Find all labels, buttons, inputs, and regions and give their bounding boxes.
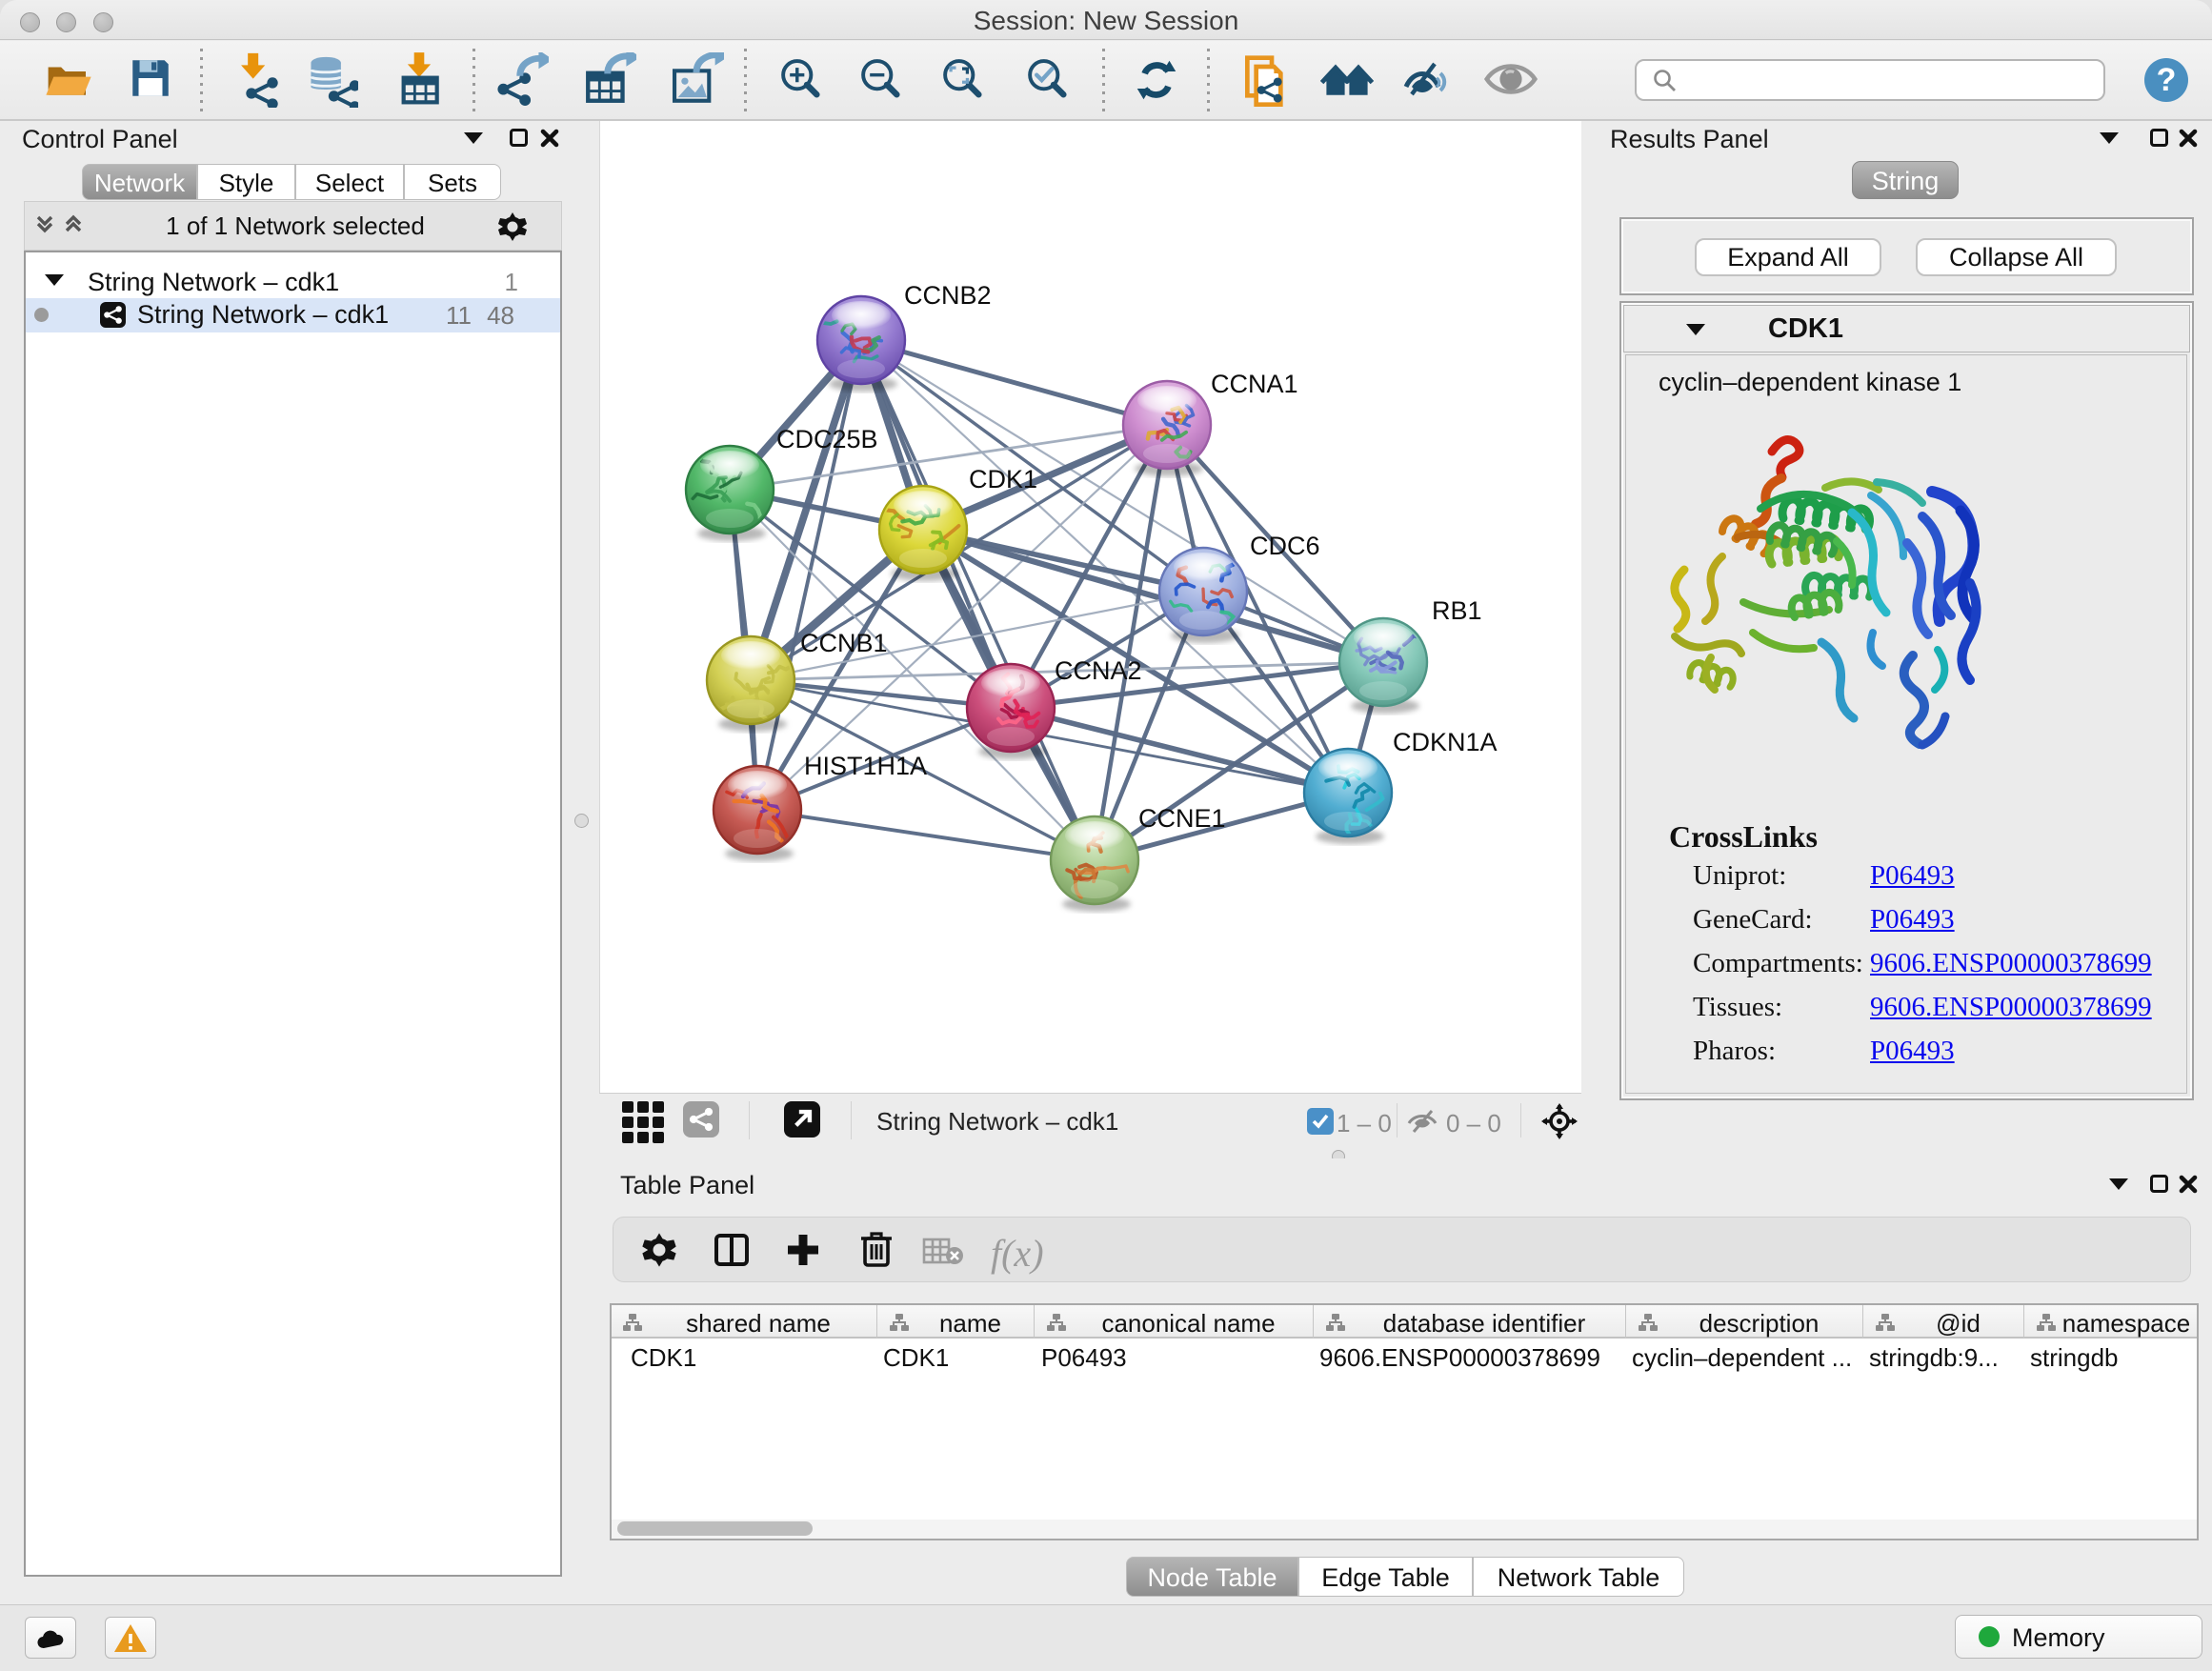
svg-text:CDC6: CDC6	[1250, 532, 1320, 560]
svg-text:CCNB1: CCNB1	[800, 629, 888, 657]
svg-text:CDKN1A: CDKN1A	[1393, 728, 1498, 756]
svg-text:CDC25B: CDC25B	[776, 425, 878, 453]
svg-text:CCNE1: CCNE1	[1138, 804, 1226, 833]
svg-text:CDK1: CDK1	[969, 465, 1037, 493]
svg-text:HIST1H1A: HIST1H1A	[804, 752, 927, 780]
svg-text:RB1: RB1	[1432, 596, 1482, 625]
svg-text:CCNB2: CCNB2	[904, 281, 992, 310]
svg-text:CCNA1: CCNA1	[1211, 370, 1298, 398]
svg-text:CCNA2: CCNA2	[1055, 656, 1142, 685]
